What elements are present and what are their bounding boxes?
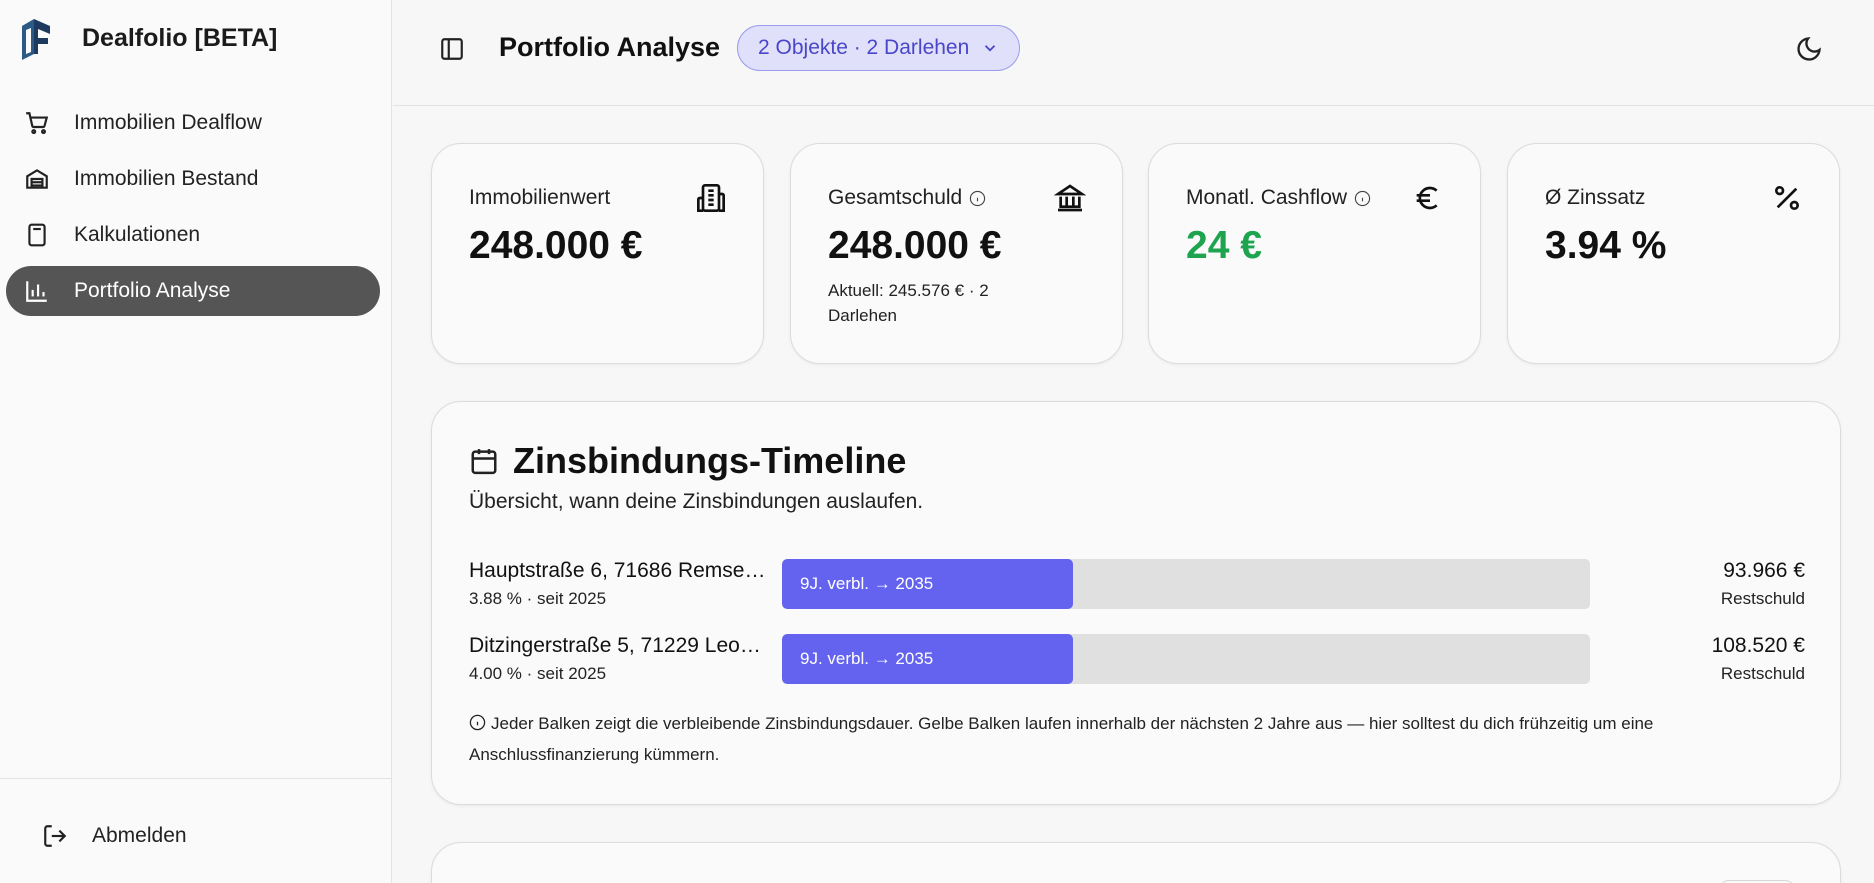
portfolio-selector-label: 2 Objekte · 2 Darlehen bbox=[758, 36, 970, 59]
timeline-bar-label: 9J. verbl. → 2035 bbox=[800, 649, 934, 668]
moon-icon bbox=[1797, 37, 1821, 61]
restschuld-label: Restschuld bbox=[1720, 664, 1805, 683]
timeline-row[interactable]: Hauptstraße 6, 71686 Remseck am Neckar 3… bbox=[469, 559, 1805, 613]
logout-icon bbox=[44, 825, 67, 847]
timeline-note: Jeder Balken zeigt die verbleibende Zins… bbox=[469, 708, 1809, 770]
restschuld-amount: 108.520 € bbox=[1711, 634, 1805, 657]
brand-name: Dealfolio [BETA] bbox=[82, 23, 278, 52]
logout-button[interactable]: Abmelden bbox=[42, 823, 187, 849]
logout-label: Abmelden bbox=[92, 824, 187, 847]
sidebar-item-label: Immobilien Dealflow bbox=[74, 111, 262, 134]
kpi-value: 248.000 € bbox=[828, 224, 1002, 267]
kpi-label-text: Ø Zinssatz bbox=[1545, 186, 1646, 209]
next-section-card bbox=[431, 842, 1841, 883]
panel-left-icon bbox=[441, 38, 463, 60]
building-icon bbox=[697, 184, 725, 212]
kpi-card-gesamtschuld: Gesamtschuld 248.000 € Aktuell: 245.576 … bbox=[790, 143, 1123, 364]
cart-icon bbox=[26, 112, 49, 135]
sidebar-item-immobilien-bestand[interactable]: Immobilien Bestand bbox=[6, 154, 380, 204]
kpi-label-text: Monatl. Cashflow bbox=[1186, 186, 1348, 209]
kpi-value: 248.000 € bbox=[469, 224, 643, 267]
sidebar-footer: Abmelden bbox=[0, 778, 392, 883]
kpi-card-immobilienwert: Immobilienwert 248.000 € bbox=[431, 143, 764, 364]
sidebar-item-immobilien-dealflow[interactable]: Immobilien Dealflow bbox=[6, 98, 380, 148]
kpi-label: Ø Zinssatz bbox=[1545, 186, 1645, 210]
sidebar-item-label: Kalkulationen bbox=[74, 223, 201, 246]
sidebar-item-portfolio-analyse[interactable]: Portfolio Analyse bbox=[6, 266, 380, 316]
timeline-note-text: Jeder Balken zeigt die verbleibende Zins… bbox=[469, 714, 1654, 764]
property-name: Ditzingerstraße 5, 71229 Leonberg bbox=[469, 634, 769, 657]
timeline-header: Zinsbindungs-Timeline bbox=[469, 440, 906, 482]
zinsbindungs-timeline-card: Zinsbindungs-Timeline Übersicht, wann de… bbox=[431, 401, 1841, 805]
percent-icon bbox=[1775, 186, 1799, 210]
kpi-subtext: Aktuell: 245.576 € · 2 Darlehen bbox=[828, 281, 989, 325]
timeline-bar-label: 9J. verbl. → 2035 bbox=[800, 574, 934, 593]
kpi-label: Immobilienwert bbox=[469, 186, 610, 210]
loan-meta: 3.88 % · seit 2025 bbox=[469, 589, 607, 608]
restschuld-label: Restschuld bbox=[1720, 589, 1805, 608]
kpi-label-text: Immobilienwert bbox=[469, 186, 611, 209]
kpi-value: 24 € bbox=[1186, 224, 1262, 267]
warehouse-icon bbox=[26, 169, 48, 189]
loan-meta: 4.00 % · seit 2025 bbox=[469, 664, 607, 683]
sidebar-nav: Immobilien Dealflow Immobilien Bestand K… bbox=[6, 98, 380, 322]
info-icon[interactable] bbox=[969, 190, 986, 207]
sidebar-item-label: Portfolio Analyse bbox=[74, 279, 231, 302]
timeline-bar-track: 9J. verbl. → 2035 bbox=[782, 634, 1590, 684]
timeline-bar-fill: 9J. verbl. → 2035 bbox=[782, 634, 1073, 684]
kpi-value: 3.94 % bbox=[1545, 224, 1667, 267]
kpi-label: Gesamtschuld bbox=[828, 186, 986, 210]
timeline-row[interactable]: Ditzingerstraße 5, 71229 Leonberg 4.00 %… bbox=[469, 634, 1805, 688]
top-bar: Portfolio Analyse 2 Objekte · 2 Darlehen bbox=[393, 0, 1874, 106]
timeline-subtitle: Übersicht, wann deine Zinsbindungen ausl… bbox=[469, 490, 924, 513]
euro-icon bbox=[1416, 186, 1438, 210]
chevron-down-icon bbox=[985, 45, 996, 52]
bank-icon bbox=[1054, 184, 1086, 212]
dealfolio-logo-icon bbox=[22, 19, 50, 60]
portfolio-selector-dropdown[interactable]: 2 Objekte · 2 Darlehen bbox=[737, 25, 1021, 71]
timeline-bar-track: 9J. verbl. → 2035 bbox=[782, 559, 1590, 609]
timeline-bar-fill: 9J. verbl. → 2035 bbox=[782, 559, 1073, 609]
page-title: Portfolio Analyse bbox=[499, 32, 721, 62]
timeline-title: Zinsbindungs-Timeline bbox=[513, 440, 907, 481]
kpi-label-text: Gesamtschuld bbox=[828, 186, 963, 209]
info-icon[interactable] bbox=[1354, 190, 1371, 207]
calendar-icon bbox=[471, 449, 497, 475]
bar-chart-icon bbox=[26, 281, 47, 302]
sidebar-toggle-button[interactable] bbox=[439, 36, 465, 62]
sidebar-item-label: Immobilien Bestand bbox=[74, 167, 259, 190]
property-name: Hauptstraße 6, 71686 Remseck am Neckar bbox=[469, 559, 769, 582]
brand[interactable]: Dealfolio [BETA] bbox=[20, 16, 277, 60]
kpi-label: Monatl. Cashflow bbox=[1186, 186, 1371, 210]
theme-toggle-button[interactable] bbox=[1795, 35, 1823, 63]
sidebar-item-kalkulationen[interactable]: Kalkulationen bbox=[6, 210, 380, 260]
sidebar: Dealfolio [BETA] Immobilien Dealflow Imm… bbox=[0, 0, 392, 883]
restschuld-amount: 93.966 € bbox=[1723, 559, 1805, 582]
kpi-card-monatl-cashflow: Monatl. Cashflow 24 € bbox=[1148, 143, 1481, 364]
kpi-card-zinssatz: Ø Zinssatz 3.94 % bbox=[1507, 143, 1840, 364]
info-icon bbox=[469, 714, 486, 731]
calculator-icon bbox=[28, 223, 46, 247]
